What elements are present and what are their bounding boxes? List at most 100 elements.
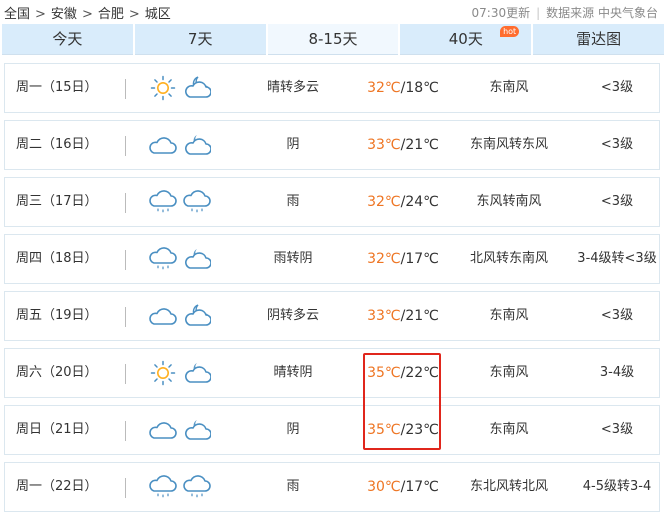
forecast-tabs: 今天 7天 8-15天 40天 hot 雷达图 <box>2 24 664 55</box>
rain-icon <box>149 188 177 216</box>
rain-icon <box>149 245 177 273</box>
rain-icon <box>183 188 211 216</box>
forecast-day: 周五（19日） <box>16 308 98 323</box>
wind-level: <3级 <box>600 422 634 437</box>
breadcrumb-separator: > <box>81 7 93 22</box>
weather-description: 阴转多云 <box>266 308 319 323</box>
weather-icons <box>149 359 211 387</box>
weather-icons <box>149 188 211 216</box>
weather-icons <box>149 473 211 501</box>
divider <box>125 79 126 99</box>
tab-8-15-days[interactable]: 8-15天 <box>267 24 399 55</box>
weather-icons <box>149 302 211 330</box>
high-temp: 32℃ <box>367 80 401 96</box>
breadcrumb-item-country[interactable]: 全国 <box>4 3 30 22</box>
tab-label: 雷达图 <box>576 30 622 48</box>
forecast-list: 周一（15日） 晴转多云 32℃/18℃ 东南风 <3级 周二（16日） 阴 3… <box>4 63 660 519</box>
temperature: 32℃/24℃ <box>358 178 448 226</box>
cloud-icon <box>149 302 177 330</box>
forecast-row: 周一（15日） 晴转多云 32℃/18℃ 东南风 <3级 <box>4 63 660 113</box>
low-temp: /18℃ <box>400 80 439 96</box>
divider <box>125 421 126 441</box>
forecast-row: 周三（17日） 雨 32℃/24℃ 东风转南风 <3级 <box>4 177 660 227</box>
cloudy-night-icon <box>183 245 211 273</box>
temperature: 35℃/22℃ <box>358 349 448 397</box>
divider <box>125 478 126 498</box>
wind-direction: 东风转南风 <box>476 194 542 209</box>
tab-7-days[interactable]: 7天 <box>134 24 266 55</box>
tab-label: 40天 <box>448 30 483 48</box>
breadcrumb: 全国 > 安徽 > 合肥 > 城区 <box>4 3 171 22</box>
forecast-day: 周一（15日） <box>16 80 98 95</box>
forecast-row: 周一（22日） 雨 30℃/17℃ 东北风转北风 4-5级转3-4 <box>4 462 660 512</box>
wind-level: <3级 <box>600 194 634 209</box>
temperature: 32℃/17℃ <box>358 235 448 283</box>
forecast-row: 周二（16日） 阴 33℃/21℃ 东南风转东风 <3级 <box>4 120 660 170</box>
breadcrumb-item-province[interactable]: 安徽 <box>51 3 77 22</box>
forecast-row: 周日（21日） 阴 35℃/23℃ 东南风 <3级 <box>4 405 660 455</box>
forecast-row: 周四（18日） 雨转阴 32℃/17℃ 北风转东南风 3-4级转<3级 <box>4 234 660 284</box>
weather-icons <box>149 245 211 273</box>
divider <box>125 193 126 213</box>
high-temp: 32℃ <box>367 194 401 210</box>
tab-40-days[interactable]: 40天 hot <box>400 24 532 55</box>
high-temp: 33℃ <box>367 137 401 153</box>
temperature: 32℃/18℃ <box>358 64 448 112</box>
weather-icons <box>149 74 211 102</box>
sun-icon <box>149 74 177 102</box>
forecast-row: 周五（19日） 阴转多云 33℃/21℃ 东南风 <3级 <box>4 291 660 341</box>
temperature: 35℃/23℃ <box>358 406 448 454</box>
weather-description: 晴转阴 <box>273 365 313 380</box>
high-temp: 33℃ <box>367 308 401 324</box>
hot-badge: hot <box>500 26 520 37</box>
low-temp: /22℃ <box>400 365 439 381</box>
cloudy-night-icon <box>183 131 211 159</box>
weather-description: 雨 <box>286 479 300 494</box>
rain-icon <box>149 473 177 501</box>
wind-direction: 东南风 <box>489 422 529 437</box>
low-temp: /24℃ <box>400 194 439 210</box>
wind-level: 4-5级转3-4 <box>582 479 652 494</box>
weather-description: 雨转阴 <box>273 251 313 266</box>
forecast-day: 周六（20日） <box>16 365 98 380</box>
tab-label: 今天 <box>52 30 83 48</box>
tab-label: 8-15天 <box>308 30 358 48</box>
low-temp: /21℃ <box>400 308 439 324</box>
divider <box>125 136 126 156</box>
tab-today[interactable]: 今天 <box>2 24 133 55</box>
weather-description: 晴转多云 <box>266 80 319 95</box>
divider <box>125 307 126 327</box>
forecast-day: 周二（16日） <box>16 137 98 152</box>
rain-icon <box>183 473 211 501</box>
partly-cloudy-night-icon <box>183 74 211 102</box>
forecast-day: 周一（22日） <box>16 479 98 494</box>
breadcrumb-item-city[interactable]: 合肥 <box>98 3 124 22</box>
wind-direction: 北风转东南风 <box>469 251 548 266</box>
low-temp: /17℃ <box>400 251 439 267</box>
temperature: 33℃/21℃ <box>358 121 448 169</box>
wind-direction: 东南风 <box>489 80 529 95</box>
cloudy-night-icon <box>183 416 211 444</box>
wind-direction: 东南风 <box>489 308 529 323</box>
temperature: 30℃/17℃ <box>358 463 448 511</box>
forecast-day: 周日（21日） <box>16 422 98 437</box>
wind-level: 3-4级 <box>599 365 635 380</box>
forecast-day: 周三（17日） <box>16 194 98 209</box>
weather-description: 阴 <box>286 137 300 152</box>
sun-icon <box>149 359 177 387</box>
low-temp: /21℃ <box>400 137 439 153</box>
update-time: 07:30更新 <box>471 6 531 20</box>
tab-radar[interactable]: 雷达图 <box>533 24 664 55</box>
temperature: 33℃/21℃ <box>358 292 448 340</box>
weather-description: 雨 <box>286 194 300 209</box>
forecast-day: 周四（18日） <box>16 251 98 266</box>
cloud-icon <box>149 131 177 159</box>
wind-level: <3级 <box>600 137 634 152</box>
divider <box>125 250 126 270</box>
divider: | <box>536 6 541 20</box>
wind-level: 3-4级转<3级 <box>577 251 657 266</box>
tab-label: 7天 <box>187 30 213 48</box>
forecast-row: 周六（20日） 晴转阴 35℃/22℃ 东南风 3-4级 <box>4 348 660 398</box>
partly-cloudy-night-icon <box>183 302 211 330</box>
weather-icons <box>149 416 211 444</box>
